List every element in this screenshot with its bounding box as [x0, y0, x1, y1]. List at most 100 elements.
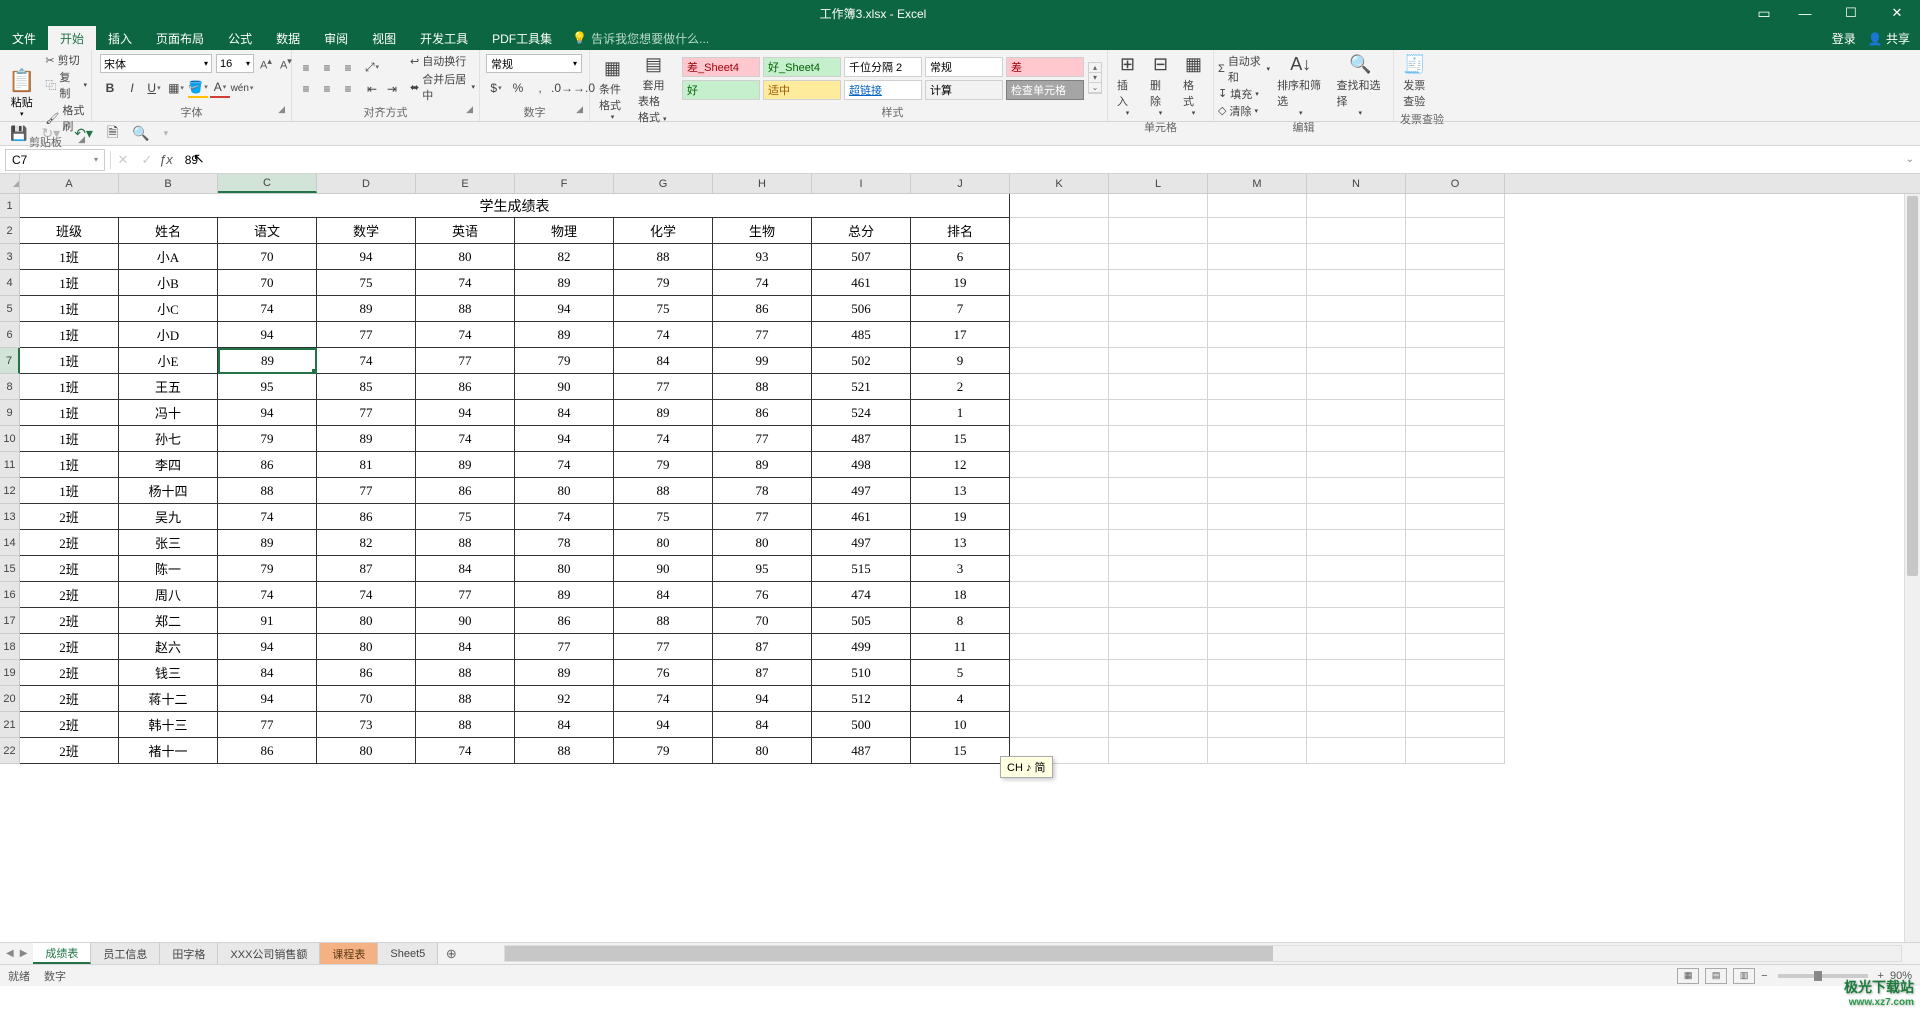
data-cell[interactable]: 88: [515, 738, 614, 764]
formula-expand[interactable]: ⌄: [1900, 154, 1920, 165]
data-cell[interactable]: 小C: [119, 296, 218, 322]
col-header-L[interactable]: L: [1109, 174, 1208, 193]
empty-cell[interactable]: [1109, 738, 1208, 764]
data-cell[interactable]: 94: [317, 244, 416, 270]
align-right[interactable]: ≡: [338, 79, 358, 99]
empty-cell[interactable]: [1109, 218, 1208, 244]
empty-cell[interactable]: [1307, 348, 1406, 374]
row-header-14[interactable]: 14: [0, 530, 20, 556]
empty-cell[interactable]: [1208, 322, 1307, 348]
empty-cell[interactable]: [1406, 634, 1505, 660]
data-cell[interactable]: 70: [317, 686, 416, 712]
empty-cell[interactable]: [1307, 712, 1406, 738]
data-cell[interactable]: 蒋十二: [119, 686, 218, 712]
col-header-K[interactable]: K: [1010, 174, 1109, 193]
data-cell[interactable]: 485: [812, 322, 911, 348]
name-box[interactable]: C7▾: [5, 149, 105, 171]
wrap-text-button[interactable]: ↩自动换行: [410, 53, 475, 69]
data-cell[interactable]: 70: [713, 608, 812, 634]
data-cell[interactable]: 85: [317, 374, 416, 400]
conditional-format-button[interactable]: ▦ 条件格式▾: [594, 56, 631, 123]
data-cell[interactable]: 1: [911, 400, 1010, 426]
formula-input[interactable]: 89: [179, 151, 1900, 169]
empty-cell[interactable]: [1010, 374, 1109, 400]
data-cell[interactable]: 89: [218, 348, 317, 374]
data-cell[interactable]: 497: [812, 530, 911, 556]
header-cell[interactable]: 生物: [713, 218, 812, 244]
sheet-tab[interactable]: 员工信息: [91, 943, 160, 964]
data-cell[interactable]: 80: [515, 556, 614, 582]
tab-data[interactable]: 数据: [264, 26, 312, 50]
cell-style-option[interactable]: 常规: [925, 57, 1003, 77]
login-link[interactable]: 登录: [1832, 30, 1856, 47]
row-header-10[interactable]: 10: [0, 426, 20, 452]
row-header-7[interactable]: 7: [0, 348, 20, 374]
data-cell[interactable]: 506: [812, 296, 911, 322]
zoom-out[interactable]: −: [1761, 970, 1767, 982]
data-cell[interactable]: 88: [614, 608, 713, 634]
data-cell[interactable]: 84: [515, 712, 614, 738]
data-cell[interactable]: 79: [515, 348, 614, 374]
sheet-nav[interactable]: ◀▶: [0, 943, 33, 964]
data-cell[interactable]: 99: [713, 348, 812, 374]
empty-cell[interactable]: [1010, 426, 1109, 452]
empty-cell[interactable]: [1109, 686, 1208, 712]
data-cell[interactable]: 86: [317, 660, 416, 686]
sheet-tab[interactable]: 课程表: [320, 943, 378, 964]
inc-decimal[interactable]: .0→: [552, 78, 572, 98]
row-header-3[interactable]: 3: [0, 244, 20, 270]
row-header-5[interactable]: 5: [0, 296, 20, 322]
data-cell[interactable]: 89: [218, 530, 317, 556]
data-cell[interactable]: 77: [614, 374, 713, 400]
empty-cell[interactable]: [1010, 608, 1109, 634]
data-cell[interactable]: 15: [911, 738, 1010, 764]
data-cell[interactable]: 钱三: [119, 660, 218, 686]
data-cell[interactable]: 90: [614, 556, 713, 582]
data-cell[interactable]: 94: [515, 426, 614, 452]
close-button[interactable]: ✕: [1874, 0, 1920, 26]
data-cell[interactable]: 75: [614, 504, 713, 530]
empty-cell[interactable]: [1109, 530, 1208, 556]
empty-cell[interactable]: [1406, 322, 1505, 348]
italic-button[interactable]: I: [122, 78, 142, 98]
data-cell[interactable]: 1班: [20, 452, 119, 478]
row-header-13[interactable]: 13: [0, 504, 20, 530]
data-cell[interactable]: 75: [614, 296, 713, 322]
cells-area[interactable]: 学生成绩表班级姓名语文数学英语物理化学生物总分排名1班小A70948082889…: [20, 194, 1920, 764]
empty-cell[interactable]: [1109, 452, 1208, 478]
data-cell[interactable]: 1班: [20, 426, 119, 452]
data-cell[interactable]: 韩十三: [119, 712, 218, 738]
data-cell[interactable]: 1班: [20, 478, 119, 504]
col-header-H[interactable]: H: [713, 174, 812, 193]
data-cell[interactable]: 74: [218, 296, 317, 322]
cancel-entry[interactable]: ✕: [111, 152, 135, 168]
empty-cell[interactable]: [1307, 322, 1406, 348]
empty-cell[interactable]: [1307, 582, 1406, 608]
data-cell[interactable]: 81: [317, 452, 416, 478]
col-header-J[interactable]: J: [911, 174, 1010, 193]
font-launcher[interactable]: ◢: [278, 104, 285, 115]
data-cell[interactable]: 94: [713, 686, 812, 712]
fx-button[interactable]: ƒx: [159, 152, 179, 167]
data-cell[interactable]: 2班: [20, 634, 119, 660]
data-cell[interactable]: 1班: [20, 348, 119, 374]
empty-cell[interactable]: [1307, 556, 1406, 582]
data-cell[interactable]: 487: [812, 738, 911, 764]
data-cell[interactable]: 84: [614, 348, 713, 374]
data-cell[interactable]: 512: [812, 686, 911, 712]
fill-color-button[interactable]: 🪣: [188, 78, 208, 98]
empty-cell[interactable]: [1208, 738, 1307, 764]
data-cell[interactable]: 2班: [20, 686, 119, 712]
data-cell[interactable]: 94: [614, 712, 713, 738]
row-header-19[interactable]: 19: [0, 660, 20, 686]
empty-cell[interactable]: [1307, 218, 1406, 244]
phonetic-button[interactable]: wén: [232, 78, 252, 98]
empty-cell[interactable]: [1406, 582, 1505, 608]
col-header-O[interactable]: O: [1406, 174, 1505, 193]
empty-cell[interactable]: [1109, 374, 1208, 400]
row-header-18[interactable]: 18: [0, 634, 20, 660]
data-cell[interactable]: 95: [218, 374, 317, 400]
data-cell[interactable]: 86: [713, 400, 812, 426]
data-cell[interactable]: 89: [416, 452, 515, 478]
row-header-12[interactable]: 12: [0, 478, 20, 504]
